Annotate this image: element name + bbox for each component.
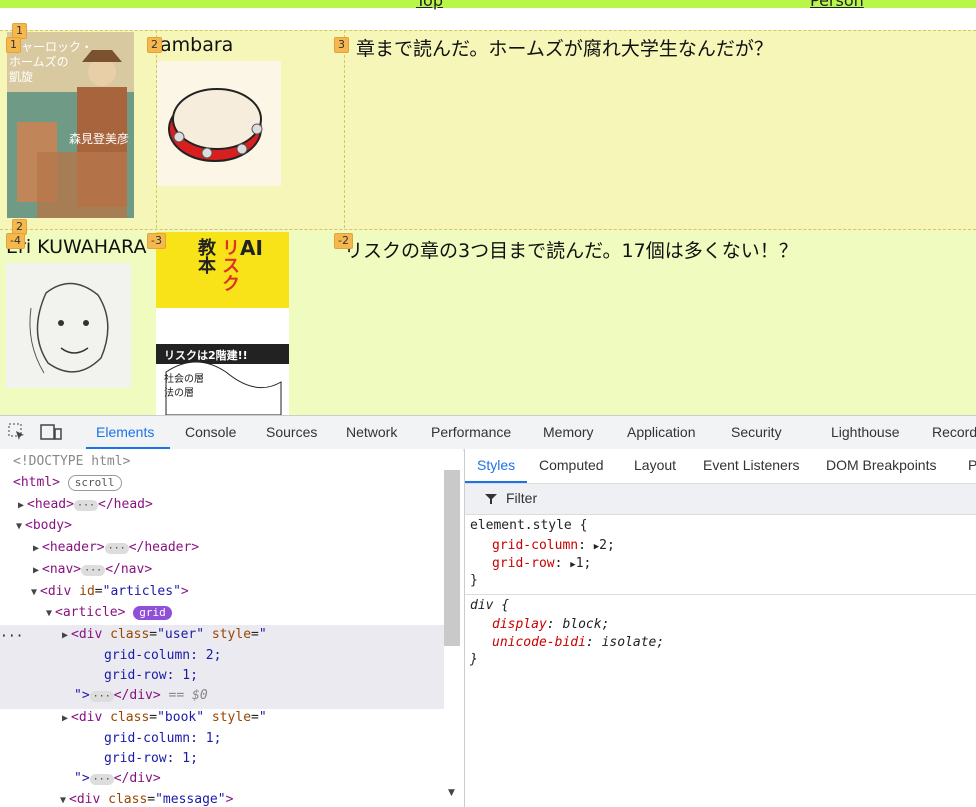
book-cover-layer2: 法の層 xyxy=(164,388,194,399)
device-toolbar-icon[interactable] xyxy=(40,423,62,441)
dom-div-book[interactable]: ▶ <div class="book" style=" xyxy=(62,710,267,725)
grid-badge: -4 xyxy=(6,233,25,249)
tab-recorder[interactable]: Record xyxy=(932,424,976,440)
book-cover-kyouhon: 教本 xyxy=(195,238,216,274)
elements-panel: <!DOCTYPE html> <html> scroll ▶ <head> ···… xyxy=(0,449,463,807)
collapse-arrow-icon: ▼ xyxy=(60,795,67,806)
grid-badge: 3 xyxy=(334,37,349,53)
tab-elements[interactable]: Elements xyxy=(96,424,154,440)
tab-memory[interactable]: Memory xyxy=(543,424,594,440)
tab-event-listeners[interactable]: Event Listeners xyxy=(703,457,800,473)
book-cover-author: 森見登美彦 xyxy=(69,132,130,146)
collapse-arrow-icon: ▼ xyxy=(16,521,23,532)
tab-performance[interactable]: Performance xyxy=(431,424,511,440)
ellipsis-badge: ··· xyxy=(89,691,114,702)
dom-div-message[interactable]: ▼ <div class="message"> xyxy=(60,792,233,807)
collapse-arrow-icon: ▼ xyxy=(46,608,53,619)
rule-close: } xyxy=(470,652,478,667)
dom-body[interactable]: ▼ <body> xyxy=(16,518,72,533)
grid-badge: 1 xyxy=(6,37,21,53)
dom-div-articles[interactable]: ▼ <div id="articles"> xyxy=(31,584,189,599)
tab-properties[interactable]: P xyxy=(968,457,976,473)
rule-div: div { xyxy=(470,598,510,613)
message-text: 章まで読んだ。ホームズが腐れ大学生なんだが？ xyxy=(356,38,773,60)
tab-console[interactable]: Console xyxy=(185,424,236,440)
tab-styles[interactable]: Styles xyxy=(477,457,515,473)
ellipsis-badge: ··· xyxy=(81,565,106,576)
dom-style-grid-column: grid-column: 1; xyxy=(104,731,222,746)
ellipsis-badge: ··· xyxy=(73,500,99,511)
dom-nav[interactable]: ▶ <nav> ··· </nav> xyxy=(33,562,152,577)
dom-div-user-close[interactable]: "> ··· </div> == $0 xyxy=(74,688,208,703)
book-cover-layer1: 社会の層 xyxy=(164,374,204,385)
dom-style-grid-column: grid-column: 2; xyxy=(104,648,222,663)
expand-arrow-icon: ▶ xyxy=(62,713,69,724)
dom-style-grid-row: grid-row: 1; xyxy=(104,751,198,766)
decl-unicode-bidi: unicode-bidi: isolate; xyxy=(492,635,665,650)
grid-badge: 2 xyxy=(147,37,162,53)
tab-layout[interactable]: Layout xyxy=(634,457,676,473)
dom-div-user[interactable]: ▶ <div class="user" style=" xyxy=(62,627,267,642)
book-cover-ai-risk[interactable]: AI リスク 教本 リスクは2階建!! 社会の層 法の層 xyxy=(156,232,289,415)
person-link[interactable]: Person xyxy=(810,0,864,10)
grid-badge: -3 xyxy=(147,233,166,249)
dom-head[interactable]: ▶ <head> ··· </head> xyxy=(18,497,153,512)
tab-network[interactable]: Network xyxy=(346,424,397,440)
styles-filter-input[interactable]: Filter xyxy=(465,483,976,515)
tab-security[interactable]: Security xyxy=(731,424,782,440)
message-text: リスクの章の3つ目まで読んだ。17個は多くない！？ xyxy=(344,240,798,262)
tab-computed[interactable]: Computed xyxy=(539,457,604,473)
user-avatar-sketch[interactable] xyxy=(6,263,131,388)
rule-close: } xyxy=(470,573,478,588)
decl-grid-row[interactable]: grid-row: ▶1; xyxy=(492,556,591,571)
inspect-element-icon[interactable] xyxy=(8,423,26,441)
ellipsis-badge: ··· xyxy=(89,774,114,785)
user-name: ambara xyxy=(160,34,234,56)
tab-dom-breakpoints[interactable]: DOM Breakpoints xyxy=(826,457,936,473)
dom-style-grid-row: grid-row: 1; xyxy=(104,668,198,683)
rule-element-style: element.style { xyxy=(470,518,588,533)
dom-article[interactable]: ▼ <article> grid xyxy=(46,605,172,620)
ellipsis-badge: ··· xyxy=(104,543,129,554)
dom-header[interactable]: ▶ <header> ··· </header> xyxy=(33,540,199,555)
node-menu-icon[interactable]: ··· xyxy=(0,629,23,644)
expand-arrow-icon: ▶ xyxy=(33,565,40,576)
filter-label: Filter xyxy=(506,490,538,506)
scroll-down-arrow-icon[interactable]: ▼ xyxy=(448,788,455,798)
dom-div-book-close[interactable]: "> ··· </div> xyxy=(74,771,161,786)
filter-icon xyxy=(485,492,497,510)
page-top-bar: Top Person xyxy=(0,0,976,10)
book-cover-ai: AI xyxy=(240,236,263,260)
top-link[interactable]: Top xyxy=(416,0,443,10)
rule-divider xyxy=(465,594,976,595)
expand-arrow-icon: ▶ xyxy=(62,630,69,641)
book-cover-risk: リスク xyxy=(219,238,240,292)
book-cover-tagline: リスクは2階建!! xyxy=(164,349,248,362)
decl-grid-column[interactable]: grid-column: ▶2; xyxy=(492,538,615,553)
dom-doctype: <!DOCTYPE html> xyxy=(13,454,131,469)
dom-html[interactable]: <html> scroll xyxy=(13,475,122,491)
scroll-badge[interactable]: scroll xyxy=(67,475,122,491)
book-cover-title: シャーロック・ ホームズの 凱旋 xyxy=(9,40,93,84)
grid-badge-pill[interactable]: grid xyxy=(133,606,172,620)
user-name: Eri KUWAHARA xyxy=(6,236,147,258)
tab-application[interactable]: Application xyxy=(627,424,696,440)
decl-display: display: block; xyxy=(492,617,610,632)
tab-sources[interactable]: Sources xyxy=(266,424,317,440)
tab-lighthouse[interactable]: Lighthouse xyxy=(831,424,900,440)
grid-badge: -2 xyxy=(334,233,353,249)
expand-arrow-icon: ▶ xyxy=(33,543,40,554)
elements-scrollbar[interactable] xyxy=(444,470,460,646)
expand-arrow-icon: ▶ xyxy=(18,500,25,511)
user-avatar-tambourine[interactable] xyxy=(157,61,281,186)
grid-line xyxy=(344,30,345,228)
book-cover-holmes[interactable]: シャーロック・ ホームズの 凱旋 森見登美彦 xyxy=(7,32,134,218)
collapse-arrow-icon: ▼ xyxy=(31,587,38,598)
styles-panel: Styles Computed Layout Event Listeners D… xyxy=(464,449,976,807)
devtools-tab-bar: Elements Console Sources Network Perform… xyxy=(0,415,976,451)
